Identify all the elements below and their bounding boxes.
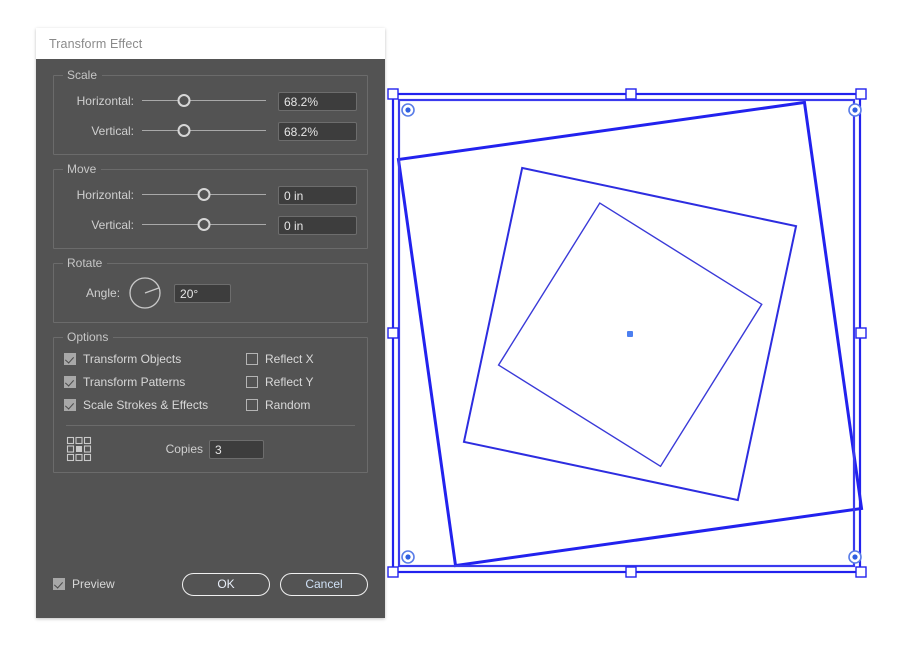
- checkbox-random[interactable]: Random: [246, 398, 357, 412]
- checkbox-box-icon[interactable]: [64, 399, 76, 411]
- checkbox-label: Random: [265, 398, 311, 412]
- move-vertical-row: Vertical: 0 in: [64, 214, 357, 236]
- move-vertical-slider[interactable]: [140, 215, 268, 235]
- checkbox-transform-objects[interactable]: Transform Objects: [64, 352, 246, 366]
- move-horizontal-input[interactable]: 0 in: [278, 185, 357, 205]
- copies-input[interactable]: 3: [209, 439, 264, 459]
- selection-bounding-box: [391, 92, 862, 574]
- checkbox-label: Transform Objects: [83, 352, 182, 366]
- center-reference-point[interactable]: [627, 331, 633, 337]
- rotate-angle-label: Angle:: [86, 286, 121, 300]
- move-group-legend: Move: [63, 162, 102, 177]
- dialog-buttons: OK Cancel: [182, 572, 368, 596]
- copies-control: Copies 3: [165, 439, 264, 459]
- scale-horizontal-input[interactable]: 68.2%: [278, 91, 357, 111]
- slider-thumb[interactable]: [197, 188, 211, 201]
- scale-vertical-input[interactable]: 68.2%: [278, 121, 357, 141]
- scale-group: Scale Horizontal: 68.2% Vertical: 68.2%: [53, 68, 368, 155]
- checkbox-label: Reflect X: [265, 352, 314, 366]
- preview-label: Preview: [72, 577, 115, 591]
- checkbox-transform-patterns[interactable]: Transform Patterns: [64, 375, 246, 389]
- checkbox-reflect-x[interactable]: Reflect X: [246, 352, 357, 366]
- options-group-legend: Options: [63, 330, 114, 345]
- cancel-button[interactable]: Cancel: [280, 572, 368, 596]
- slider-thumb[interactable]: [177, 124, 191, 137]
- move-vertical-input[interactable]: 0 in: [278, 215, 357, 235]
- slider-track: [142, 130, 266, 131]
- scale-vertical-row: Vertical: 68.2%: [64, 120, 357, 142]
- checkbox-box-icon[interactable]: [64, 376, 76, 388]
- slider-thumb[interactable]: [177, 94, 191, 107]
- dialog-body: Scale Horizontal: 68.2% Vertical: 68.2%: [36, 59, 385, 473]
- checkbox-box-icon[interactable]: [53, 578, 65, 590]
- dialog-footer: Preview OK Cancel: [36, 572, 385, 596]
- copies-label: Copies: [165, 442, 203, 456]
- rotate-angle-row: Angle: 20°: [64, 270, 357, 316]
- checkbox-box-icon[interactable]: [64, 353, 76, 365]
- options-checkbox-grid: Transform Objects Reflect X Transform Pa…: [64, 352, 357, 412]
- scale-horizontal-label: Horizontal:: [76, 94, 134, 108]
- scale-vertical-slider[interactable]: [140, 121, 268, 141]
- scale-vertical-label: Vertical:: [91, 124, 134, 138]
- dialog-title: Transform Effect: [49, 36, 143, 51]
- transform-effect-dialog[interactable]: Transform Effect Scale Horizontal: 68.2%…: [36, 28, 385, 618]
- dialog-titlebar[interactable]: Transform Effect: [36, 28, 385, 59]
- checkbox-label: Transform Patterns: [83, 375, 186, 389]
- checkbox-box-icon[interactable]: [246, 353, 258, 365]
- move-group: Move Horizontal: 0 in Vertical: 0 in: [53, 162, 368, 249]
- ok-button[interactable]: OK: [182, 572, 270, 596]
- copies-row: Copies 3: [64, 436, 357, 462]
- angle-dial-icon[interactable]: [128, 276, 162, 310]
- move-horizontal-row: Horizontal: 0 in: [64, 184, 357, 206]
- checkbox-scale-strokes-effects[interactable]: Scale Strokes & Effects: [64, 398, 246, 412]
- move-horizontal-slider[interactable]: [140, 185, 268, 205]
- checkbox-label: Scale Strokes & Effects: [83, 398, 209, 412]
- move-horizontal-label: Horizontal:: [76, 188, 134, 202]
- reference-point-selector-icon[interactable]: [66, 436, 92, 462]
- slider-track: [142, 100, 266, 101]
- options-divider: [66, 425, 355, 426]
- scale-horizontal-slider[interactable]: [140, 91, 268, 111]
- scale-horizontal-row: Horizontal: 68.2%: [64, 90, 357, 112]
- checkbox-box-icon[interactable]: [246, 376, 258, 388]
- rotate-group-legend: Rotate: [63, 256, 108, 271]
- checkbox-label: Reflect Y: [265, 375, 314, 389]
- rotate-group: Rotate Angle: 20°: [53, 256, 368, 323]
- checkbox-box-icon[interactable]: [246, 399, 258, 411]
- move-vertical-label: Vertical:: [91, 218, 134, 232]
- rotate-angle-input[interactable]: 20°: [174, 283, 232, 303]
- checkbox-preview[interactable]: Preview: [53, 577, 115, 591]
- slider-thumb[interactable]: [197, 218, 211, 231]
- checkbox-reflect-y[interactable]: Reflect Y: [246, 375, 357, 389]
- options-group: Options Transform Objects Reflect X Tran…: [53, 330, 368, 473]
- scale-group-legend: Scale: [63, 68, 103, 83]
